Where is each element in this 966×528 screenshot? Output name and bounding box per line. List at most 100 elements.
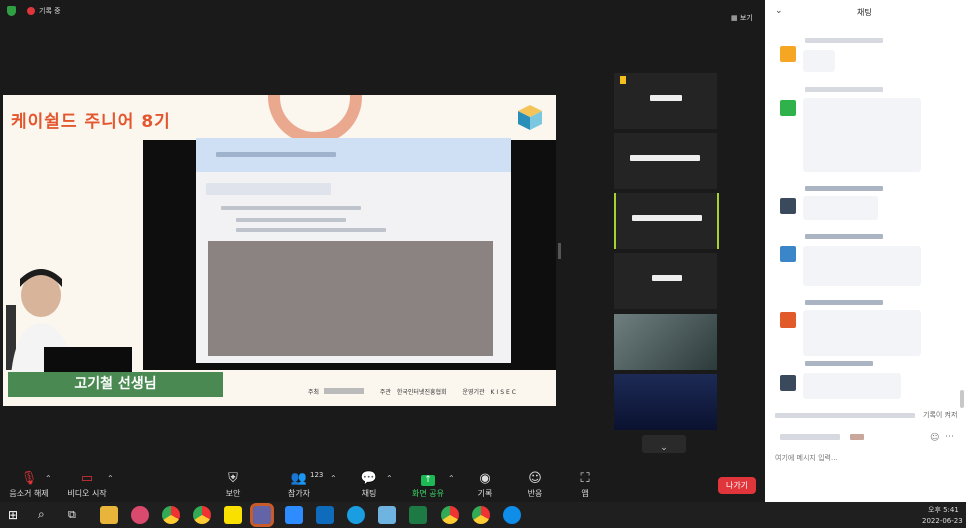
- clock-date[interactable]: 2022-06-23: [922, 517, 963, 525]
- apps-button[interactable]: ⛶ 앱: [573, 470, 597, 502]
- avatar: [780, 246, 796, 262]
- chat-message: [803, 246, 921, 286]
- participants-count: 123: [310, 471, 324, 479]
- chat-message: [803, 373, 901, 399]
- chat-label: 채팅: [361, 489, 377, 498]
- apps-label: 앱: [581, 489, 589, 498]
- chevron-up-icon[interactable]: ⌃: [330, 474, 337, 483]
- zoom-icon[interactable]: [285, 506, 303, 524]
- reactions-button[interactable]: ☺ 반응: [521, 470, 549, 502]
- chevron-up-icon[interactable]: ⌃: [107, 474, 114, 483]
- avatar: [780, 46, 796, 62]
- blurred-content: [208, 241, 493, 356]
- kakaotalk-icon[interactable]: [224, 506, 242, 524]
- chrome-icon[interactable]: [441, 506, 459, 524]
- hand-raise-icon: [620, 76, 626, 84]
- clock-time[interactable]: 오후 5:41: [928, 505, 959, 515]
- view-button[interactable]: ▦ 보기: [731, 5, 753, 24]
- participant-video[interactable]: [614, 314, 717, 370]
- share-screen-button[interactable]: ↑ 화면 공유: [408, 470, 448, 502]
- excel-icon[interactable]: [409, 506, 427, 524]
- microphone-muted-icon: 🎙: [20, 471, 38, 486]
- emoji-plus-icon: ☺: [528, 471, 542, 486]
- reactions-label: 반응: [527, 489, 543, 498]
- chevron-up-icon[interactable]: ⌃: [448, 474, 455, 483]
- file-explorer-icon[interactable]: [100, 506, 118, 524]
- security-button[interactable]: ⛨ 보안: [218, 470, 248, 502]
- presenter-name-bar: 고기철 선생님: [8, 372, 223, 397]
- windows-taskbar: ⊞ ⌕ ⧉ 오후 5:41 2022-06-23: [0, 502, 966, 528]
- organizer-label: 주관: [379, 389, 391, 396]
- chevron-up-icon[interactable]: ⌃: [45, 474, 52, 483]
- presenter-name: 고기철 선생님: [74, 376, 157, 392]
- avatar: [780, 100, 796, 116]
- app-icon[interactable]: [131, 506, 149, 524]
- chat-message: [803, 98, 921, 172]
- chat-message: [803, 196, 878, 220]
- chrome-icon[interactable]: [472, 506, 490, 524]
- windows-start-icon[interactable]: ⊞: [8, 509, 18, 521]
- start-video-button[interactable]: ▭ 비디오 시작: [66, 470, 108, 502]
- chat-scrollbar[interactable]: [960, 390, 964, 408]
- chat-message: [803, 50, 835, 72]
- scroll-down-button[interactable]: ⌄: [642, 435, 686, 453]
- chat-title: 채팅: [857, 8, 872, 17]
- view-label: 보기: [739, 14, 753, 22]
- emoji-icon[interactable]: ☺: [930, 433, 939, 443]
- share-screen-icon: ↑: [408, 470, 448, 488]
- participant-video[interactable]: [614, 253, 717, 309]
- grid-icon: ▦: [731, 14, 740, 22]
- chat-bubble-icon: 💬: [360, 471, 378, 486]
- chevron-down-icon: ⌄: [660, 443, 668, 453]
- record-label: 기록: [477, 489, 493, 498]
- recording-status: 기록 중: [39, 7, 61, 15]
- chevron-down-icon[interactable]: ⌄: [775, 6, 783, 16]
- participants-label: 참가자: [287, 489, 311, 498]
- organizer-name: 한국인터넷진흥협회: [396, 389, 447, 396]
- edge-icon[interactable]: [347, 506, 365, 524]
- unmute-label: 음소거 해제: [9, 489, 49, 498]
- meeting-toolbar: 🎙 음소거 해제 ⌃ ▭ 비디오 시작 ⌃ ⛨ 보안 👥 참가자 123 ⌃ 💬 채팅 ⌃…: [0, 470, 765, 502]
- participant-video[interactable]: [614, 73, 717, 129]
- avatar: [780, 375, 796, 391]
- security-label: 보안: [225, 489, 241, 498]
- panel-resize-handle[interactable]: [558, 243, 561, 259]
- teamviewer-icon[interactable]: [503, 506, 521, 524]
- participant-video-speaking[interactable]: [614, 193, 719, 249]
- chevron-up-icon[interactable]: ⌃: [386, 474, 393, 483]
- host-label: 주최: [308, 389, 320, 396]
- shield-icon[interactable]: [7, 6, 16, 16]
- avatar: [780, 312, 796, 328]
- chrome-icon[interactable]: [193, 506, 211, 524]
- apps-icon: ⛶: [580, 471, 590, 486]
- chat-panel: ⌄ 채팅 기록이 켜저 ☺ ⋯ 여기에 메시지 입력...: [765, 0, 966, 502]
- chat-input[interactable]: 여기에 메시지 입력...: [775, 453, 838, 463]
- chat-button[interactable]: 💬 채팅: [356, 470, 382, 502]
- task-view-icon[interactable]: ⧉: [68, 508, 76, 522]
- operator-name: KISEC: [490, 389, 518, 396]
- kshield-logo-icon: [518, 105, 542, 130]
- share-screen-label: 화면 공유: [412, 489, 444, 498]
- search-icon[interactable]: ⌕: [38, 507, 45, 522]
- more-options-icon[interactable]: ⋯: [945, 432, 954, 442]
- avatar: [780, 198, 796, 214]
- video-off-icon: ▭: [80, 471, 94, 486]
- outlook-icon[interactable]: [316, 506, 334, 524]
- recording-icon: [27, 7, 35, 15]
- teams-icon[interactable]: [250, 503, 274, 527]
- operator-label: 운영기관: [462, 389, 485, 396]
- unmute-button[interactable]: 🎙 음소거 해제: [8, 470, 50, 502]
- record-button[interactable]: ◉ 기록: [472, 470, 498, 502]
- participant-video[interactable]: [614, 374, 717, 430]
- chat-message: [803, 310, 921, 356]
- app-icon[interactable]: [378, 506, 396, 524]
- record-icon: ◉: [479, 471, 491, 486]
- presenter-video: [6, 269, 132, 375]
- meeting-top-bar: 기록 중 ▦ 보기: [0, 0, 765, 22]
- leave-button[interactable]: 나가기: [718, 477, 756, 494]
- shield-icon: ⛨: [228, 471, 238, 486]
- screen-capture: [196, 138, 511, 363]
- participant-video[interactable]: [614, 133, 717, 189]
- chrome-icon[interactable]: [162, 506, 180, 524]
- host-logo-icon: [323, 388, 364, 394]
